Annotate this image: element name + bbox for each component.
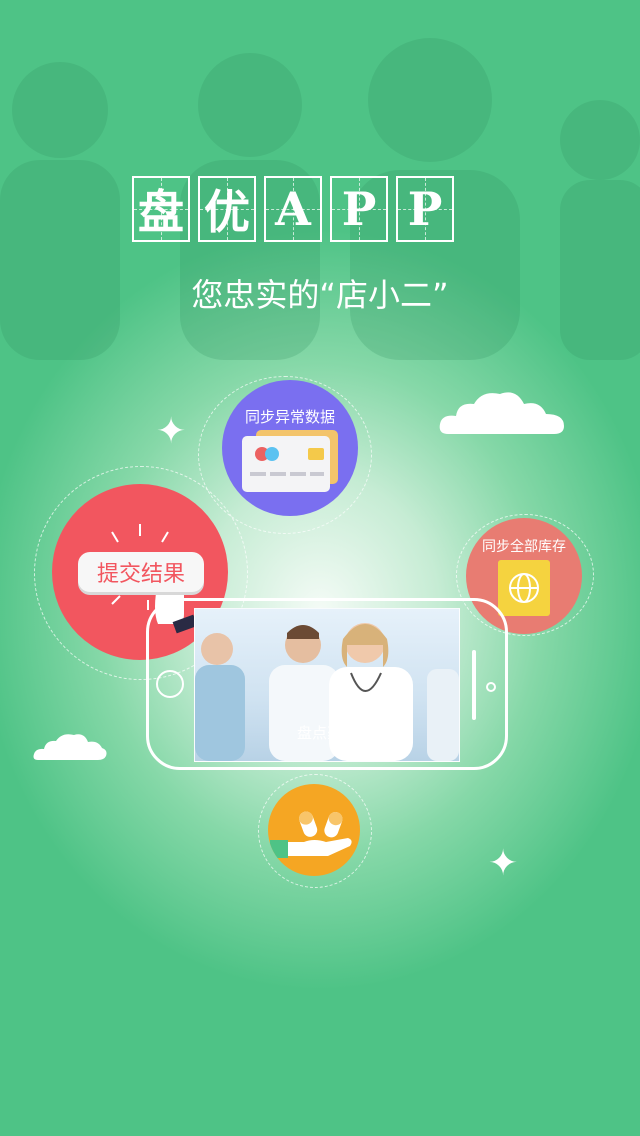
sync-inventory-label: 同步全部库存 [482,539,566,555]
title-char: P [330,176,388,242]
submit-result-button: 提交结果 [78,552,204,592]
phone-home-button [156,670,184,698]
medicine-hand-bubble [268,784,360,876]
sparkle-icon: ✦ [488,843,519,884]
pills-hand-icon [270,811,352,858]
submit-result-label: 提交结果 [96,562,185,587]
splash-screen: 盘 优 A P P 您忠实的“店小二” ✦ ✦ 同步异常数据 提交结果 同步全部… [0,0,640,1136]
title-char: 盘 [132,176,190,242]
cloud-icon [439,392,564,434]
phone-camera [486,682,496,692]
title-char: 优 [198,176,256,242]
sparkle-icon: ✦ [156,411,187,452]
app-subtitle: 您忠实的“店小二” [191,276,449,314]
credit-card-icon [242,430,338,492]
sync-abnormal-data-label: 同步异常数据 [244,408,335,426]
title-char: P [396,176,454,242]
globe-folder-icon [498,560,550,616]
title-char: A [264,176,322,242]
sync-abnormal-data-bubble: 同步异常数据 [222,380,358,516]
phone-speaker [472,650,476,720]
app-title: 盘 优 A P P [132,176,454,242]
cloud-icon [33,734,107,760]
phone-screen: 盘点药品 [194,608,460,762]
phone-caption: 盘点药品 [296,724,357,742]
